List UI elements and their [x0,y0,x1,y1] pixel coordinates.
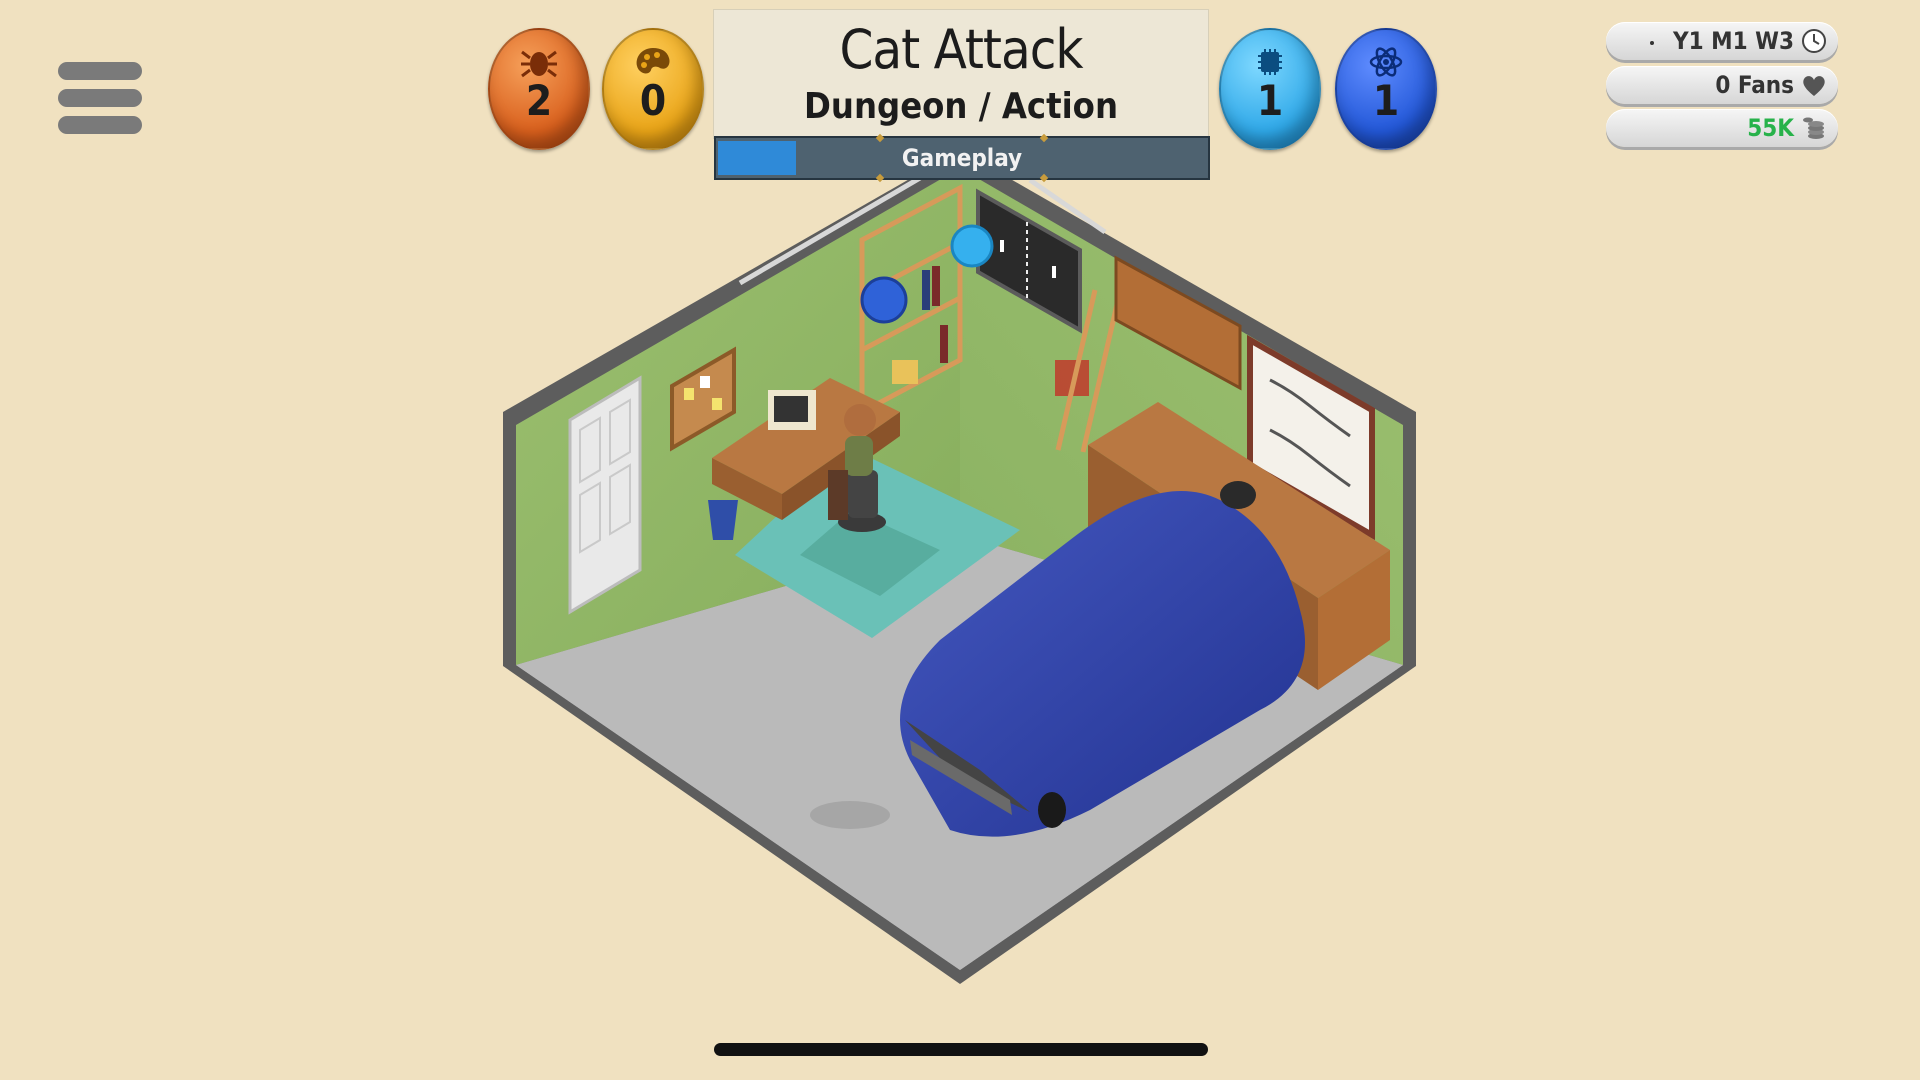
home-indicator[interactable] [714,1043,1208,1056]
bugs-points-value: 2 [525,76,553,125]
fans-count: 0 Fans [1715,71,1794,99]
fans-pill[interactable]: 0 Fans [1606,66,1838,104]
cash-amount: 55K [1747,114,1794,142]
game-date: Y1 M1 W3 [1672,27,1794,55]
heart-icon [1803,76,1825,96]
milestone-marker [1039,133,1049,143]
milestone-marker [875,133,885,143]
research-points-value: 1 [1372,76,1400,125]
palette-icon [636,48,670,74]
design-points-value: 0 [639,76,667,125]
waste-bin [708,500,738,540]
current-project-panel[interactable]: Cat Attack Dungeon / Action [713,9,1209,139]
date-pill[interactable]: Y1 M1 W3 [1606,22,1838,60]
door [568,375,642,615]
tech-points-value: 1 [1256,76,1284,125]
cash-pill[interactable]: 55K [1606,109,1838,147]
pill-dot [1650,41,1654,45]
hamburger-menu-button[interactable] [58,60,144,138]
menu-bar [58,116,142,134]
tech-points-bubble[interactable]: 1 [1219,28,1321,150]
development-phase-label: Gameplay [901,144,1023,172]
menu-bar [58,89,142,107]
design-points-bubble[interactable]: 0 [602,28,704,150]
bugs-points-bubble[interactable]: 2 [488,28,590,150]
clock-icon [1802,29,1826,53]
development-progress-bar: Gameplay [714,133,1210,183]
project-genre: Dungeon / Action [803,86,1118,127]
menu-bar [58,62,142,80]
bug-icon [521,50,557,78]
research-points-bubble[interactable]: 1 [1335,28,1437,150]
chip-icon [1258,49,1282,75]
tech-bubble[interactable] [950,224,994,268]
coins-icon [1803,117,1824,139]
research-bubble[interactable] [860,276,908,324]
atom-icon [1369,47,1403,77]
project-title: Cat Attack [839,18,1083,81]
